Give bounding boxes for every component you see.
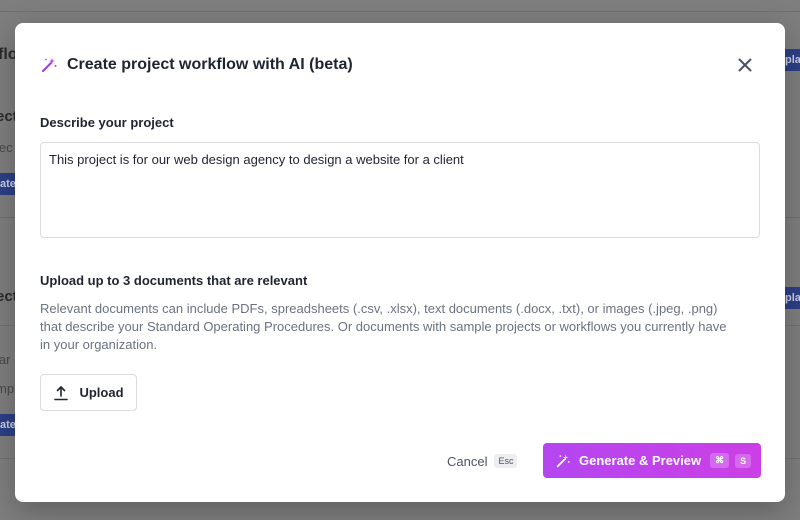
divider	[0, 11, 800, 12]
upload-button-label: Upload	[79, 385, 124, 400]
cancel-button[interactable]: Cancel Esc	[447, 451, 518, 471]
bg-text-fragment: jec	[0, 140, 13, 155]
magic-wand-icon	[40, 56, 58, 74]
create-workflow-modal: Create project workflow with AI (beta) D…	[15, 23, 785, 502]
magic-wand-icon	[555, 453, 571, 469]
bg-text-fragment: lar	[0, 352, 11, 367]
upload-documents-label: Upload up to 3 documents that are releva…	[40, 273, 308, 288]
describe-project-label: Describe your project	[40, 115, 174, 130]
cancel-button-label: Cancel	[447, 453, 488, 469]
project-description-input[interactable]: This project is for our web design agenc…	[40, 142, 760, 238]
generate-preview-label: Generate & Preview	[579, 453, 702, 468]
upload-button[interactable]: Upload	[40, 374, 137, 411]
modal-header: Create project workflow with AI (beta)	[40, 53, 760, 77]
generate-preview-button[interactable]: Generate & Preview ⌘ S	[543, 443, 761, 478]
modal-title: Create project workflow with AI (beta)	[67, 56, 353, 73]
close-icon[interactable]	[736, 56, 754, 74]
cancel-shortcut-badge: Esc	[494, 454, 518, 468]
upload-help-text: Relevant documents can include PDFs, spr…	[40, 301, 727, 352]
upload-icon	[53, 385, 69, 401]
s-key-badge: S	[735, 453, 752, 468]
command-key-badge: ⌘	[710, 453, 730, 468]
